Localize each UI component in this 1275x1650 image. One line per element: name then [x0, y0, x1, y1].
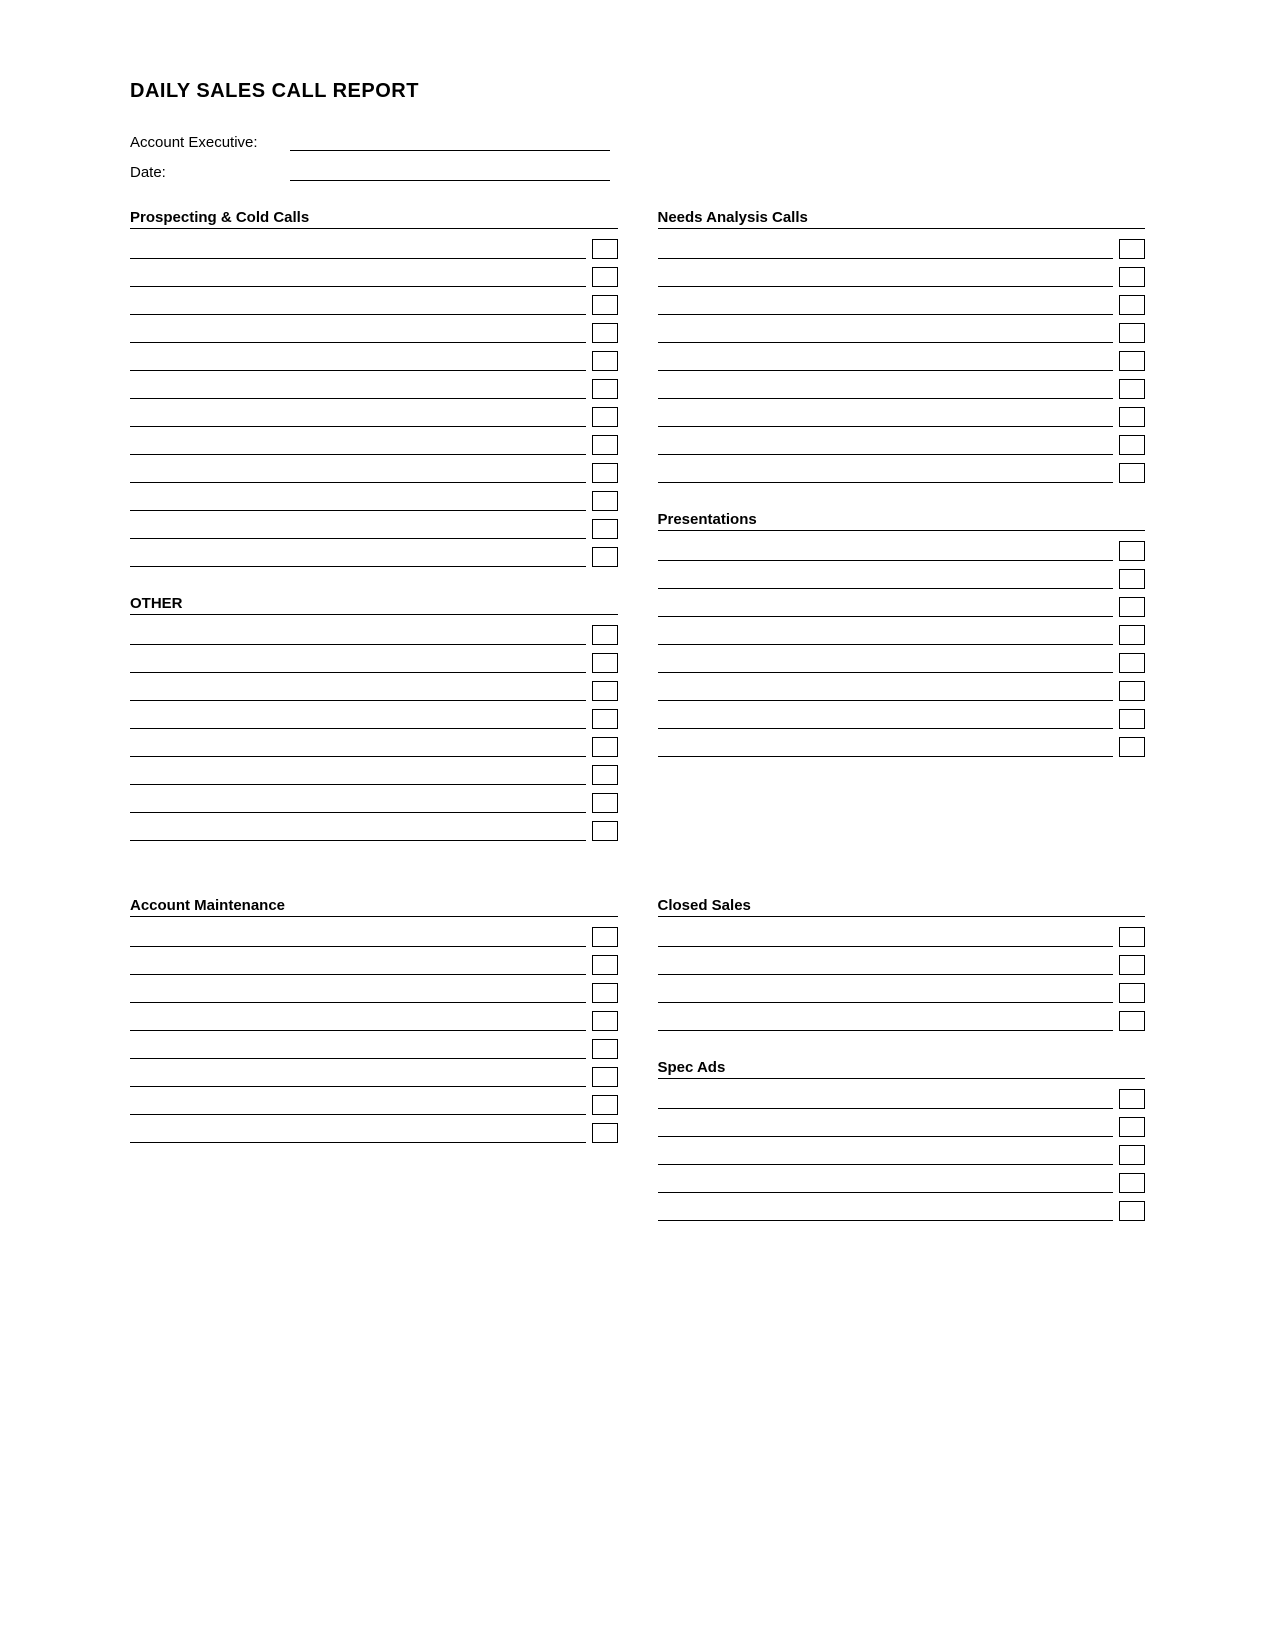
right-column: Needs Analysis Calls Presentations	[658, 209, 1146, 869]
main-columns: Prospecting & Cold Calls OTHER	[130, 209, 1145, 869]
table-row	[130, 239, 618, 259]
account-executive-field: Account Executive:	[130, 131, 1145, 151]
spec-ads-section: Spec Ads	[658, 1059, 1146, 1221]
table-row	[130, 983, 618, 1003]
table-row	[130, 1095, 618, 1115]
table-row	[658, 1089, 1146, 1109]
table-row	[130, 681, 618, 701]
table-row	[130, 491, 618, 511]
table-row	[130, 709, 618, 729]
table-row	[658, 737, 1146, 757]
table-row	[130, 1011, 618, 1031]
table-row	[130, 379, 618, 399]
page-title: DAILY SALES CALL REPORT	[130, 80, 1145, 103]
table-row	[130, 463, 618, 483]
table-row	[130, 351, 618, 371]
presentations-rows	[658, 541, 1146, 757]
prospecting-section: Prospecting & Cold Calls	[130, 209, 618, 567]
table-row	[130, 793, 618, 813]
table-row	[658, 569, 1146, 589]
bottom-left-column: Account Maintenance	[130, 897, 618, 1249]
table-row	[658, 709, 1146, 729]
needs-analysis-section: Needs Analysis Calls	[658, 209, 1146, 483]
table-row	[658, 1145, 1146, 1165]
table-row	[130, 1067, 618, 1087]
table-row	[130, 653, 618, 673]
other-rows	[130, 625, 618, 841]
date-field: Date:	[130, 161, 1145, 181]
table-row	[658, 379, 1146, 399]
other-section: OTHER	[130, 595, 618, 841]
other-title: OTHER	[130, 595, 618, 615]
header-fields: Account Executive: Date:	[130, 131, 1145, 181]
table-row	[658, 597, 1146, 617]
table-row	[658, 463, 1146, 483]
spec-ads-rows	[658, 1089, 1146, 1221]
table-row	[658, 267, 1146, 287]
prospecting-rows	[130, 239, 618, 567]
table-row	[130, 765, 618, 785]
table-row	[658, 653, 1146, 673]
table-row	[658, 1011, 1146, 1031]
prospecting-title: Prospecting & Cold Calls	[130, 209, 618, 229]
table-row	[658, 625, 1146, 645]
table-row	[130, 821, 618, 841]
table-row	[658, 435, 1146, 455]
table-row	[130, 955, 618, 975]
table-row	[130, 927, 618, 947]
table-row	[658, 239, 1146, 259]
closed-sales-rows	[658, 927, 1146, 1031]
needs-analysis-rows	[658, 239, 1146, 483]
table-row	[658, 295, 1146, 315]
table-row	[130, 435, 618, 455]
table-row	[658, 323, 1146, 343]
date-input[interactable]	[290, 161, 610, 181]
table-row	[658, 1173, 1146, 1193]
table-row	[130, 267, 618, 287]
table-row	[658, 927, 1146, 947]
closed-sales-section: Closed Sales	[658, 897, 1146, 1031]
table-row	[130, 407, 618, 427]
account-executive-input[interactable]	[290, 131, 610, 151]
account-maintenance-title: Account Maintenance	[130, 897, 618, 917]
presentations-title: Presentations	[658, 511, 1146, 531]
left-column: Prospecting & Cold Calls OTHER	[130, 209, 618, 869]
table-row	[130, 1123, 618, 1143]
table-row	[658, 351, 1146, 371]
table-row	[130, 737, 618, 757]
table-row	[130, 519, 618, 539]
account-executive-label: Account Executive:	[130, 134, 290, 151]
table-row	[658, 541, 1146, 561]
account-maintenance-rows	[130, 927, 618, 1143]
presentations-section: Presentations	[658, 511, 1146, 757]
table-row	[658, 1201, 1146, 1221]
table-row	[130, 295, 618, 315]
table-row	[130, 547, 618, 567]
table-row	[658, 681, 1146, 701]
table-row	[130, 323, 618, 343]
account-maintenance-section: Account Maintenance	[130, 897, 618, 1143]
table-row	[130, 1039, 618, 1059]
table-row	[130, 625, 618, 645]
bottom-columns: Account Maintenance Closed Sales	[130, 897, 1145, 1249]
date-label: Date:	[130, 164, 290, 181]
table-row	[658, 983, 1146, 1003]
closed-sales-title: Closed Sales	[658, 897, 1146, 917]
needs-analysis-title: Needs Analysis Calls	[658, 209, 1146, 229]
table-row	[658, 955, 1146, 975]
table-row	[658, 1117, 1146, 1137]
table-row	[658, 407, 1146, 427]
bottom-right-column: Closed Sales Spec Ads	[658, 897, 1146, 1249]
spec-ads-title: Spec Ads	[658, 1059, 1146, 1079]
